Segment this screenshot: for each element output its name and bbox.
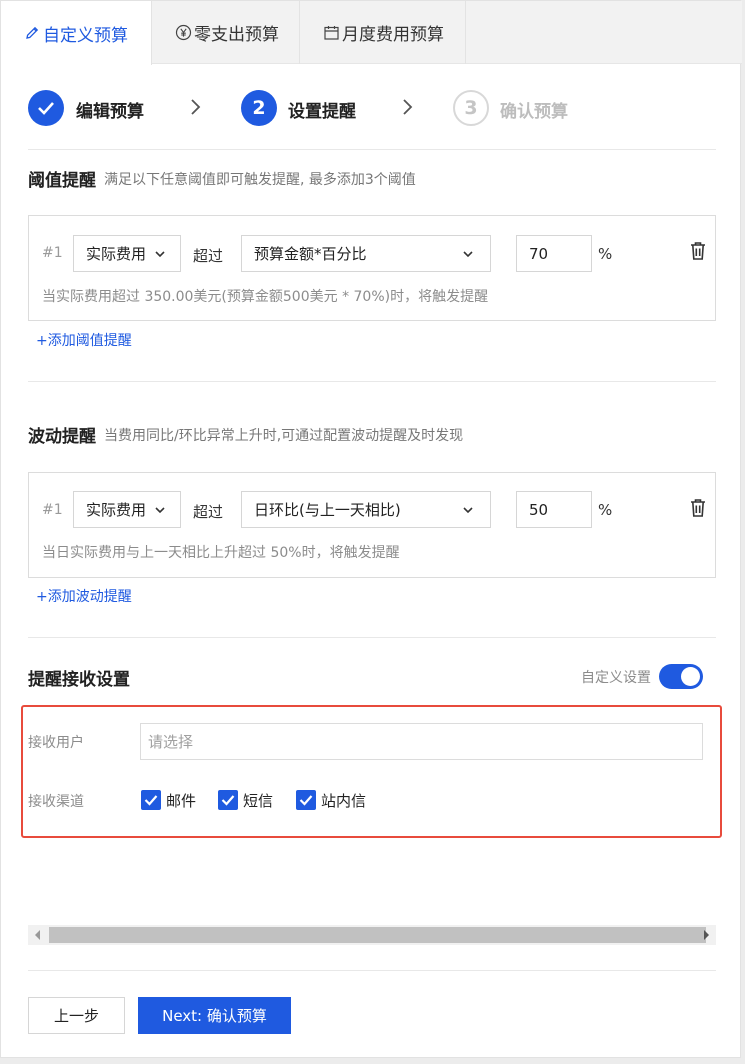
email-checkbox-label: 邮件 [166,792,197,810]
horizontal-scrollbar[interactable] [28,925,716,945]
in-site-message-checkbox-label: 站内信 [321,792,367,810]
step-1-label: 编辑预算 [76,102,144,122]
threshold-section-title: 阈值提醒 [28,171,96,191]
metric-select-value: 实际费用 [86,501,147,519]
trash-icon[interactable] [689,498,707,518]
rule-index: #1 [42,245,63,261]
add-fluctuation-link[interactable]: +添加波动提醒 [36,586,132,606]
check-icon [299,795,313,806]
basis-select-value: 预算金额*百分比 [254,245,367,263]
next-confirm-budget-button[interactable]: Next: 确认预算 [138,997,291,1034]
tab-monthly-budget[interactable]: 月度费用预算 [300,1,466,64]
yen-circle-icon [174,24,192,42]
basis-select[interactable]: 预算金额*百分比 [241,235,491,272]
divider [28,149,716,150]
step-2-number: 2 [241,90,277,126]
chevron-down-icon [155,507,165,514]
tab-label: 零支出预算 [194,25,279,45]
email-checkbox[interactable] [141,790,161,810]
tab-custom-budget[interactable]: 自定义预算 [1,1,152,65]
toggle-knob [681,667,700,686]
tab-label: 月度费用预算 [342,25,444,45]
in-site-message-checkbox[interactable] [296,790,316,810]
chevron-down-icon [463,251,473,258]
basis-select[interactable]: 日环比(与上一天相比) [241,491,491,528]
receive-users-placeholder: 请选择 [148,733,194,751]
tab-zero-spend-budget[interactable]: 零支出预算 [152,1,300,64]
budget-panel: 自定义预算 零支出预算 月度费用预算 编辑预算 2 设置提醒 3 确认预算 阈值… [0,0,742,1058]
chevron-right-icon [403,99,413,115]
fluctuation-hint: 当日实际费用与上一天相比上升超过 50%时，将触发提醒 [42,545,400,561]
tab-bar: 自定义预算 零支出预算 月度费用预算 [1,1,742,65]
unit-label: % [598,501,613,519]
custom-settings-toggle[interactable] [659,664,703,689]
unit-label: % [598,245,613,263]
chevron-down-icon [463,507,473,514]
sms-checkbox-label: 短信 [243,792,274,810]
custom-settings-label: 自定义设置 [581,670,651,686]
threshold-rule-card: #1 实际费用 超过 预算金额*百分比 70 % 当实际费用超过 350.00美… [28,215,716,321]
check-icon [144,795,158,806]
scrollbar-thumb[interactable] [49,927,706,943]
divider [28,637,716,638]
receive-users-input[interactable]: 请选择 [140,723,703,760]
threshold-section-desc: 满足以下任意阈值即可触发提醒, 最多添加3个阈值 [104,172,416,188]
step-3-number: 3 [453,90,489,126]
pencil-icon [23,24,41,42]
step-2-label: 设置提醒 [288,102,356,122]
fluctuation-section-title: 波动提醒 [28,427,96,447]
threshold-hint: 当实际费用超过 350.00美元(预算金额500美元 * 70%)时，将触发提醒 [42,289,489,305]
metric-select[interactable]: 实际费用 [73,491,181,528]
rule-index: #1 [42,502,63,518]
divider [28,381,716,382]
trash-icon[interactable] [689,241,707,261]
fluctuation-section-desc: 当费用同比/环比异常上升时,可通过配置波动提醒及时发现 [104,428,464,444]
chevron-down-icon [155,251,165,258]
tab-label: 自定义预算 [43,25,128,46]
operator-label: 超过 [193,247,224,265]
check-icon [221,795,235,806]
chevron-right-icon [191,99,201,115]
divider [28,970,716,971]
scroll-right-arrow-icon[interactable] [704,930,709,940]
metric-select-value: 实际费用 [86,245,147,263]
receive-section-title: 提醒接收设置 [28,670,130,690]
sms-checkbox[interactable] [218,790,238,810]
metric-select[interactable]: 实际费用 [73,235,181,272]
operator-label: 超过 [193,503,224,521]
basis-select-value: 日环比(与上一天相比) [254,501,401,519]
receive-channels-label: 接收渠道 [28,794,84,810]
step-3-label: 确认预算 [500,102,568,122]
threshold-value-input[interactable]: 70 [516,235,592,272]
previous-step-button[interactable]: 上一步 [28,997,125,1034]
add-threshold-link[interactable]: +添加阈值提醒 [36,330,132,350]
receive-users-label: 接收用户 [28,735,84,751]
fluctuation-value-input[interactable]: 50 [516,491,592,528]
fluctuation-rule-card: #1 实际费用 超过 日环比(与上一天相比) 50 % 当日实际费用与上一天相比… [28,472,716,578]
scroll-left-arrow-icon[interactable] [35,930,40,940]
step-1-check-icon [28,90,64,126]
calendar-icon [322,24,340,42]
